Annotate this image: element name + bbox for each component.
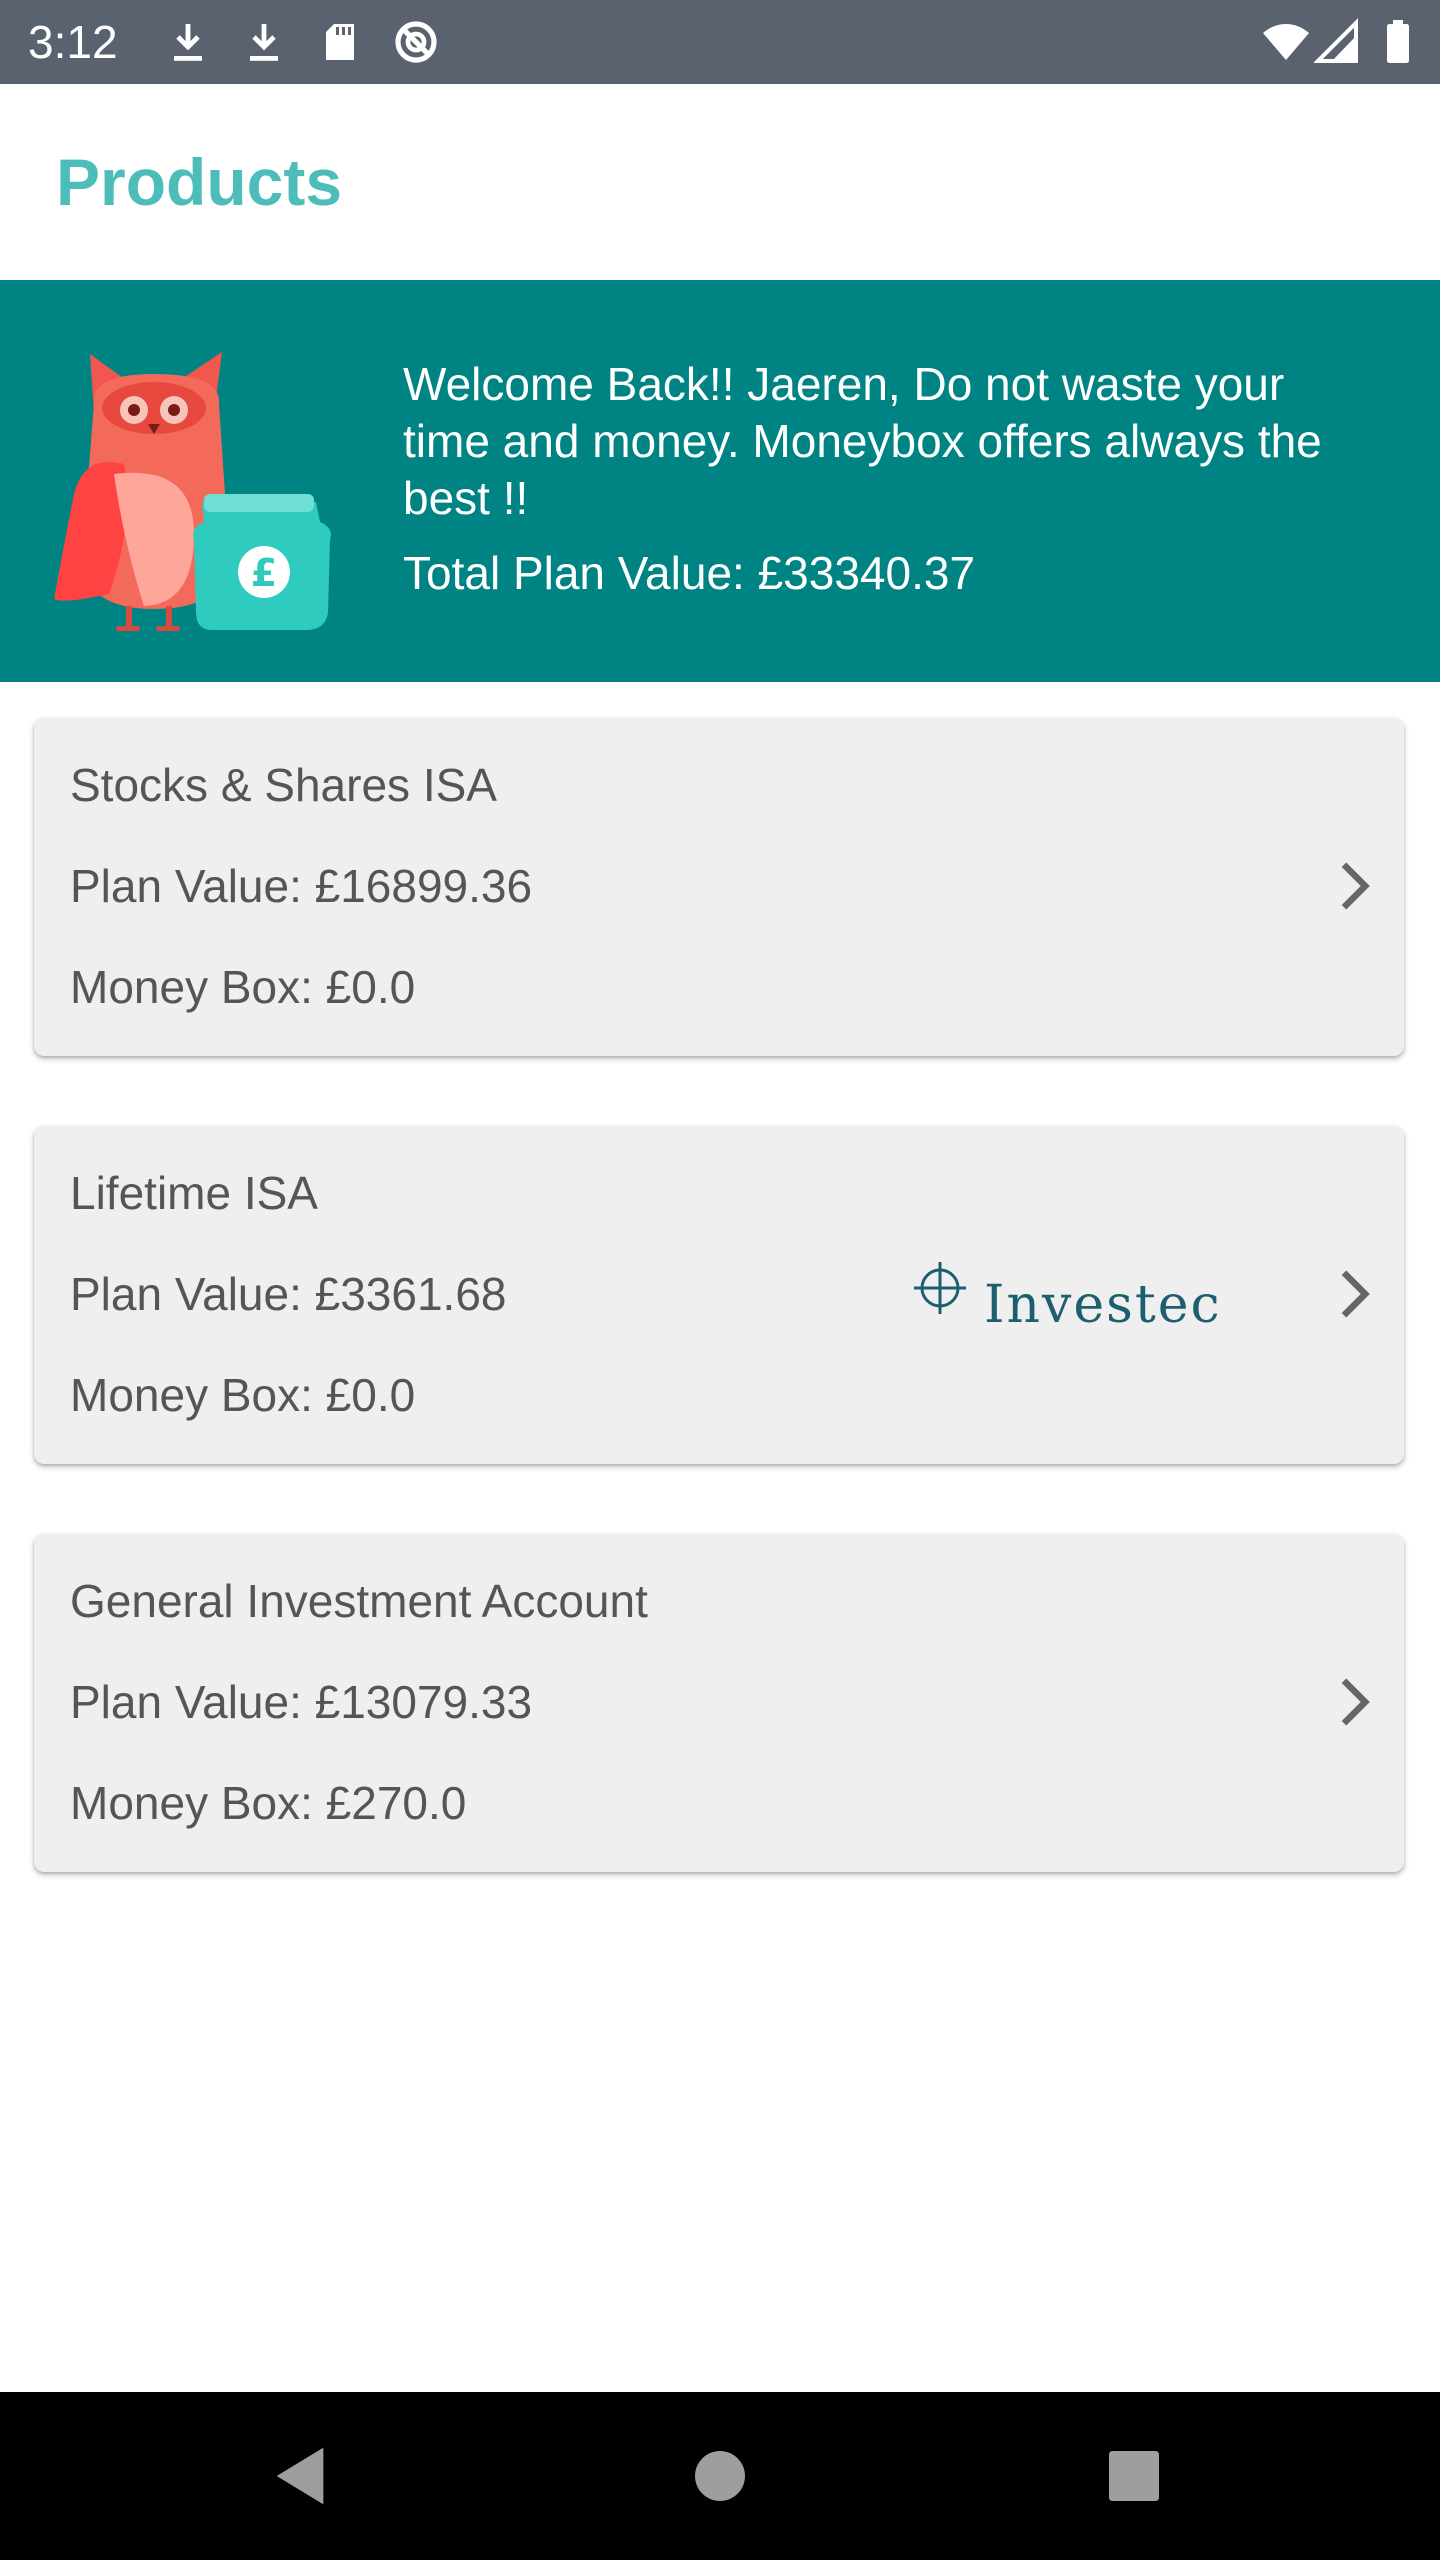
owl-moneybox-icon: £: [54, 352, 331, 631]
money-box-value: Money Box: £0.0: [70, 961, 416, 1013]
chevron-right-icon: [1341, 862, 1370, 910]
navigation-bar: [0, 2392, 1440, 2560]
total-plan-value: Total Plan Value: £33340.37: [403, 547, 976, 599]
plan-value: Plan Value: £13079.33: [70, 1676, 533, 1728]
status-time: 3:12: [28, 16, 118, 68]
plan-value: Plan Value: £3361.68: [70, 1268, 507, 1320]
status-bar: 3:12: [0, 0, 1440, 84]
download-icon: [174, 24, 202, 61]
investec-logo: Investec: [914, 1262, 1222, 1335]
welcome-message: Welcome Back!! Jaeren, Do not waste your…: [403, 358, 1322, 524]
investec-wordmark: Investec: [984, 1275, 1222, 1335]
product-card-lifetime-isa[interactable]: Lifetime ISA Plan Value: £3361.68 Money …: [34, 1126, 1404, 1464]
money-box-value: Money Box: £0.0: [70, 1369, 416, 1421]
wifi-icon: [1263, 24, 1309, 60]
battery-icon: [1387, 20, 1409, 63]
home-icon[interactable]: [680, 2436, 760, 2516]
money-box-value: Money Box: £270.0: [70, 1777, 467, 1829]
product-card-general-investment-account[interactable]: General Investment Account Plan Value: £…: [34, 1534, 1404, 1872]
back-icon[interactable]: [260, 2436, 340, 2516]
sd-card-icon: [326, 24, 354, 60]
product-name: Lifetime ISA: [70, 1167, 318, 1219]
pound-symbol: £: [251, 551, 277, 595]
product-card-stocks-shares-isa[interactable]: Stocks & Shares ISA Plan Value: £16899.3…: [34, 718, 1404, 1056]
product-name: General Investment Account: [70, 1575, 648, 1627]
chevron-right-icon: [1341, 1270, 1370, 1318]
page-title: Products: [56, 145, 343, 219]
data-saver-icon: [395, 21, 437, 63]
product-name: Stocks & Shares ISA: [70, 759, 497, 811]
plan-value: Plan Value: £16899.36: [70, 860, 533, 912]
app-bar: Products: [0, 84, 1440, 280]
download-icon: [250, 24, 278, 61]
welcome-banner: £ Welcome Back!! Jaeren, Do not waste yo…: [0, 280, 1440, 682]
signal-icon: [1314, 18, 1358, 63]
chevron-right-icon: [1341, 1678, 1370, 1726]
recents-icon[interactable]: [1094, 2436, 1174, 2516]
